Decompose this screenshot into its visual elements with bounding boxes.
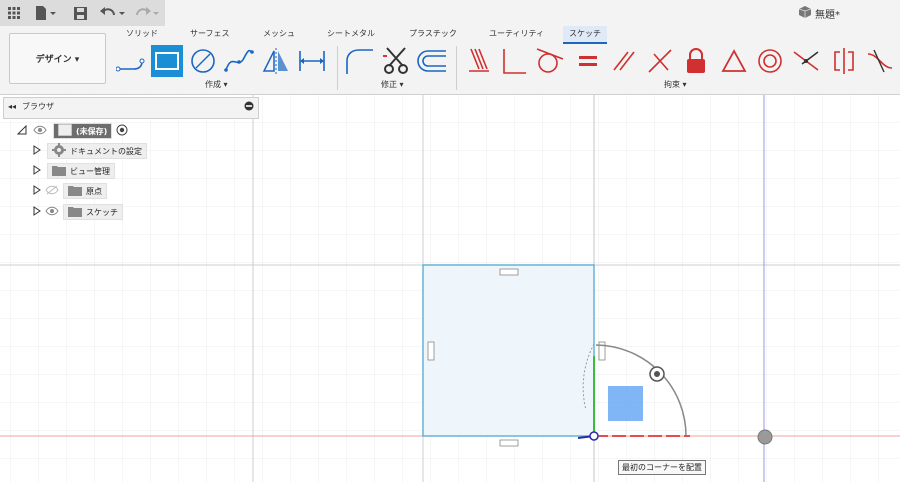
collapse-arrow-icon[interactable] xyxy=(16,124,27,138)
tab-sketch[interactable]: スケッチ xyxy=(563,26,607,44)
trim-tool-icon[interactable] xyxy=(380,45,412,77)
line-tool-icon[interactable] xyxy=(115,45,147,77)
equal-constraint-icon[interactable] xyxy=(572,45,604,77)
fillet-tool-icon[interactable] xyxy=(343,45,375,77)
tree-root-row[interactable]: (未保存) xyxy=(16,123,128,139)
ribbon: ソリッド サーフェス メッシュ シートメタル プラスチック ユーティリティ スケ… xyxy=(0,26,900,95)
tab-utilities[interactable]: ユーティリティ xyxy=(489,26,544,42)
quick-access-toolbar xyxy=(0,0,165,26)
ribbon-separator xyxy=(337,46,338,90)
horizontal-vertical-constraint-icon[interactable] xyxy=(463,45,495,77)
constraints-group-label[interactable]: 拘束 ▾ xyxy=(664,79,687,90)
tab-sheet-metal[interactable]: シートメタル xyxy=(327,26,375,42)
browser-pin-icon[interactable] xyxy=(244,101,254,114)
collinear-constraint-icon[interactable] xyxy=(790,45,822,77)
document-title: 無題* xyxy=(798,6,840,21)
perpendicular-constraint-icon[interactable] xyxy=(644,45,676,77)
folder-icon xyxy=(68,206,82,219)
title-bar: 無題* xyxy=(0,0,900,26)
grid-menu-icon[interactable] xyxy=(6,4,22,22)
expand-arrow-icon[interactable] xyxy=(33,164,41,178)
workspace-label: デザイン ▾ xyxy=(35,55,80,65)
mirror-tool-icon[interactable] xyxy=(260,45,292,77)
root-component-label: (未保存) xyxy=(76,126,108,136)
coincident-constraint-icon[interactable] xyxy=(498,45,530,77)
collapse-icon[interactable]: ◂◂ xyxy=(8,102,16,111)
tree-item-label: ドキュメントの設定 xyxy=(70,146,142,156)
tree-item-named-views[interactable]: ビュー管理 xyxy=(33,163,115,179)
redo-icon[interactable] xyxy=(132,4,160,22)
fix-constraint-lock-icon[interactable] xyxy=(680,45,712,77)
browser-title: ブラウザ xyxy=(22,102,55,111)
expand-arrow-icon[interactable] xyxy=(33,144,41,158)
expand-arrow-icon[interactable] xyxy=(33,205,41,219)
midpoint-constraint-icon[interactable] xyxy=(718,45,750,77)
tab-plastic[interactable]: プラスチック xyxy=(409,26,457,42)
gear-icon xyxy=(52,143,66,159)
rectangle-tool-icon[interactable] xyxy=(151,45,183,77)
tree-item-sketches[interactable]: スケッチ xyxy=(33,204,123,220)
eye-icon[interactable] xyxy=(45,206,59,219)
tree-item-document-settings[interactable]: ドキュメントの設定 xyxy=(33,143,147,159)
tree-item-label: ビュー管理 xyxy=(70,166,110,176)
eye-icon[interactable] xyxy=(33,125,47,138)
folder-icon xyxy=(68,185,82,198)
sketch-rectangle xyxy=(422,264,595,437)
tab-surface[interactable]: サーフェス xyxy=(190,26,230,42)
offset-tool-icon[interactable] xyxy=(416,45,448,77)
component-icon xyxy=(57,123,73,138)
root-component-node[interactable]: (未保存) xyxy=(53,123,113,139)
parallel-constraint-icon[interactable] xyxy=(608,45,640,77)
tree-item-origin[interactable]: 原点 xyxy=(33,183,107,199)
spline-tool-icon[interactable] xyxy=(223,45,255,77)
save-icon[interactable] xyxy=(72,4,88,22)
activate-radio-icon[interactable] xyxy=(116,124,128,139)
file-menu-icon[interactable] xyxy=(34,4,58,22)
symmetry-constraint-icon[interactable] xyxy=(828,45,860,77)
ribbon-separator xyxy=(456,46,457,90)
sketches-node[interactable]: スケッチ xyxy=(63,204,123,220)
tab-mesh[interactable]: メッシュ xyxy=(263,26,295,42)
workspace-selector[interactable]: デザイン ▾ xyxy=(9,33,106,84)
expand-arrow-icon[interactable] xyxy=(33,184,41,198)
create-group-label[interactable]: 作成 ▾ xyxy=(205,79,228,90)
curvature-constraint-icon[interactable] xyxy=(864,45,896,77)
tangent-constraint-icon[interactable] xyxy=(534,45,566,77)
tree-item-label: 原点 xyxy=(86,186,102,196)
eye-hidden-icon[interactable] xyxy=(45,185,59,198)
tree-item-label: スケッチ xyxy=(86,207,118,217)
browser-header: ◂◂ ブラウザ xyxy=(8,101,54,112)
browser-panel: ◂◂ ブラウザ xyxy=(3,97,259,119)
origin-node[interactable]: 原点 xyxy=(63,183,107,199)
concentric-constraint-icon[interactable] xyxy=(754,45,786,77)
dimension-tool-icon[interactable] xyxy=(296,45,328,77)
document-title-text: 無題* xyxy=(815,10,840,21)
circle-tool-icon[interactable] xyxy=(187,45,219,77)
named-views-node[interactable]: ビュー管理 xyxy=(47,163,115,179)
cursor-tooltip: 最初のコーナーを配置 xyxy=(618,460,706,475)
undo-icon[interactable] xyxy=(98,4,126,22)
document-settings-node[interactable]: ドキュメントの設定 xyxy=(47,143,147,159)
tab-solid[interactable]: ソリッド xyxy=(126,26,158,42)
folder-icon xyxy=(52,165,66,178)
cube-icon xyxy=(798,6,812,21)
modify-group-label[interactable]: 修正 ▾ xyxy=(381,79,404,90)
